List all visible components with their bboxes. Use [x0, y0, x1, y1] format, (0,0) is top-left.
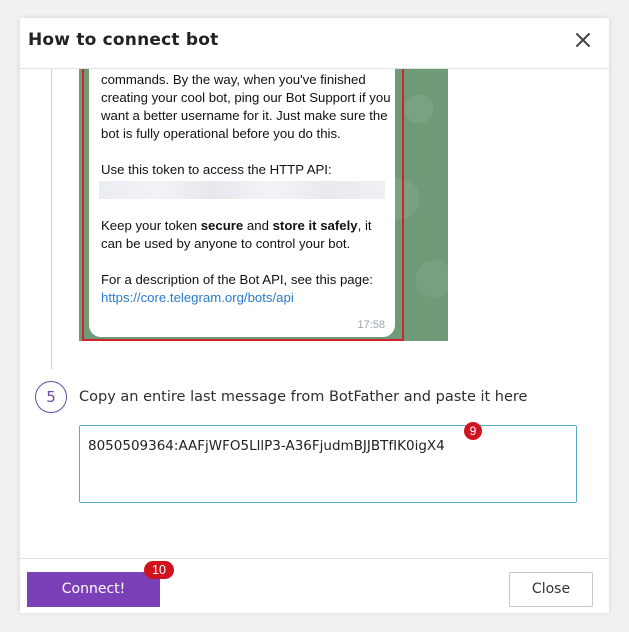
annotation-badge: 10: [144, 561, 174, 579]
annotation-badge: 9: [464, 422, 482, 440]
step-instruction: Copy an entire last message from BotFath…: [79, 389, 528, 405]
step-connector-line: [51, 69, 52, 369]
message-time: 17:58: [357, 319, 385, 331]
step-number-badge: 5: [35, 381, 67, 413]
connect-button[interactable]: Connect!: [27, 572, 160, 607]
token-textarea[interactable]: 8050509364:AAFjWFO5LllP3-A36FjudmBJJBTfI…: [79, 425, 577, 503]
security-note: Keep your token secure and store it safe…: [101, 218, 372, 251]
api-link: https://core.telegram.org/bots/api: [101, 290, 294, 305]
dialog-header: How to connect bot: [20, 18, 609, 69]
blurred-token: [99, 181, 385, 199]
connect-bot-dialog: How to connect bot profile picture for y…: [20, 18, 609, 613]
dialog-title: How to connect bot: [28, 30, 219, 50]
botfather-message-bubble: profile picture for your bot, see /help …: [89, 69, 395, 337]
close-icon[interactable]: [573, 30, 593, 50]
token-value: 8050509364:AAFjWFO5LllP3-A36FjudmBJJBTfI…: [88, 438, 445, 454]
close-button[interactable]: Close: [509, 572, 593, 607]
dialog-footer: Connect! 10 Close: [20, 558, 609, 613]
api-note: For a description of the Bot API, see th…: [101, 272, 373, 305]
token-intro: Use this token to access the HTTP API:: [101, 162, 332, 177]
message-intro: profile picture for your bot, see /help …: [101, 72, 391, 141]
telegram-screenshot: profile picture for your bot, see /help …: [79, 69, 448, 341]
message-text: profile picture for your bot, see /help …: [99, 69, 391, 307]
dialog-body[interactable]: profile picture for your bot, see /help …: [20, 69, 609, 559]
